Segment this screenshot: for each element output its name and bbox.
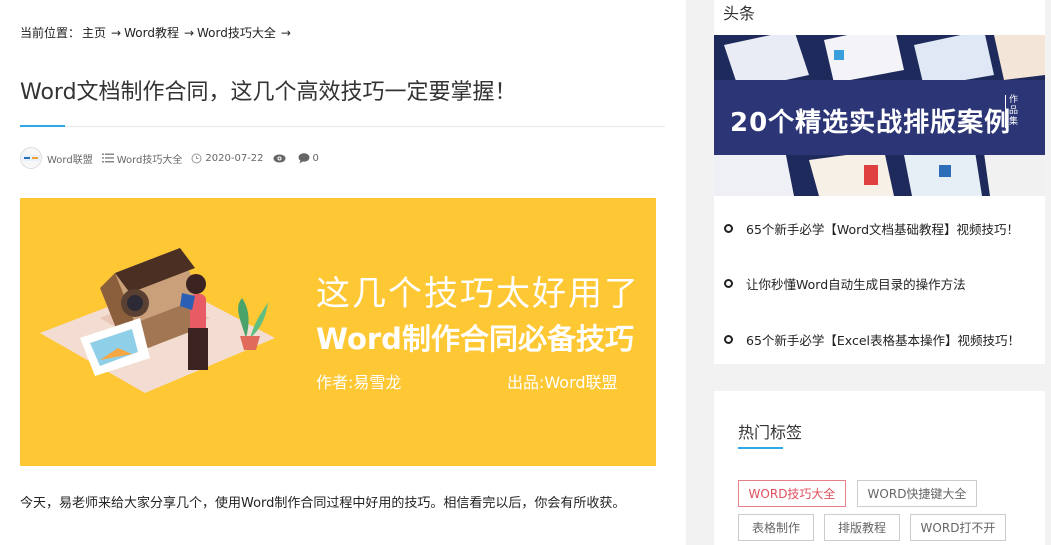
- list-icon: [101, 153, 114, 163]
- breadcrumb-arrow-icon: →: [183, 26, 195, 40]
- category-name: Word技巧大全: [116, 154, 183, 166]
- tag-word-cannot-open[interactable]: WORD打不开: [910, 514, 1006, 541]
- news-item-title: 让你秒懂Word自动生成目录的操作方法: [746, 276, 966, 292]
- banner-source: 出品:Word联盟: [507, 373, 618, 392]
- hot-tags-panel: 热门标签 WORD技巧大全 WORD快捷键大全 表格制作 排版教程 WORD打不…: [714, 391, 1045, 545]
- clock-icon: [191, 153, 202, 163]
- author-avatar[interactable]: [20, 147, 42, 169]
- eye-icon: [273, 154, 286, 162]
- breadcrumb-label: 当前位置：: [20, 26, 81, 40]
- headline-banner-tag: 作品集: [1005, 95, 1018, 128]
- comments[interactable]: 0: [298, 153, 319, 164]
- news-item[interactable]: 65个新手必学【Excel表格基本操作】视频技巧！: [714, 311, 1045, 367]
- bullet-circle-icon: [724, 223, 733, 233]
- tag-word-shortcuts[interactable]: WORD快捷键大全: [857, 480, 977, 507]
- banner-subheadline: Word制作合同必备技巧: [316, 322, 634, 356]
- headline-title: 头条: [723, 4, 756, 23]
- comment-icon: [298, 152, 310, 163]
- breadcrumb: 当前位置： 主页 → Word教程 → Word技巧大全 →: [20, 24, 294, 41]
- publish-date: 2020-07-22: [191, 152, 264, 164]
- breadcrumb-word-tips-link[interactable]: Word技巧大全: [197, 26, 276, 40]
- category-link[interactable]: Word技巧大全: [101, 151, 183, 166]
- banner-headline: 这几个技巧太好用了: [316, 274, 640, 314]
- headline-banner-text: 20个精选实战排版案例: [730, 108, 1012, 138]
- tag-table-making[interactable]: 表格制作: [738, 514, 814, 541]
- news-item[interactable]: 让你秒懂Word自动生成目录的操作方法: [714, 255, 1045, 311]
- views: [273, 154, 289, 163]
- article-banner-image: 这几个技巧太好用了 Word制作合同必备技巧 作者:易雪龙 出品:Word联盟: [20, 198, 656, 466]
- headline-banner-image[interactable]: 20个精选实战排版案例 作品集: [714, 35, 1045, 196]
- bullet-circle-icon: [724, 334, 733, 344]
- article-main: 当前位置： 主页 → Word教程 → Word技巧大全 → Word文档制作合同，这几个高…: [0, 0, 686, 545]
- author-name-link[interactable]: Word联盟: [47, 151, 93, 166]
- breadcrumb-arrow-icon: →: [280, 26, 291, 40]
- banner-author: 作者:易雪龙: [316, 373, 402, 392]
- title-accent-bar: [20, 125, 65, 127]
- news-item-title: 65个新手必学【Word文档基础教程】视频技巧！: [746, 221, 1020, 237]
- hot-tags-accent-bar: [738, 447, 783, 449]
- comment-count: 0: [312, 152, 319, 164]
- article-intro: 今天，易老师来给大家分享几个，使用Word制作合同过程中好用的技巧。相信看完以后…: [20, 496, 626, 511]
- breadcrumb-word-tutorial-link[interactable]: Word教程: [124, 26, 179, 40]
- headline-panel: 头条 20个精选实战排版案例 作品集 65个新手必学【Word文档基础教程】视频…: [714, 0, 1045, 364]
- news-item[interactable]: 65个新手必学【Word文档基础教程】视频技巧！: [714, 200, 1045, 256]
- article-title: Word文档制作合同，这几个高效技巧一定要掌握！: [20, 80, 517, 105]
- camera-illustration: [40, 248, 275, 393]
- hot-tags-title: 热门标签: [738, 423, 803, 442]
- news-item-title: 65个新手必学【Excel表格基本操作】视频技巧！: [746, 332, 1021, 348]
- tag-word-tips[interactable]: WORD技巧大全: [738, 480, 846, 507]
- article-meta: Word联盟 Word技巧大全 2020-07-22 0: [20, 147, 328, 169]
- date-text: 2020-07-22: [205, 152, 264, 164]
- breadcrumb-arrow-icon: →: [111, 26, 122, 40]
- breadcrumb-home-link[interactable]: 主页: [82, 26, 106, 40]
- word-logo-icon: [22, 155, 40, 161]
- title-divider: [20, 126, 665, 127]
- tag-layout-tutorial[interactable]: 排版教程: [824, 514, 900, 541]
- bullet-circle-icon: [724, 278, 733, 288]
- author-name: Word联盟: [47, 154, 93, 166]
